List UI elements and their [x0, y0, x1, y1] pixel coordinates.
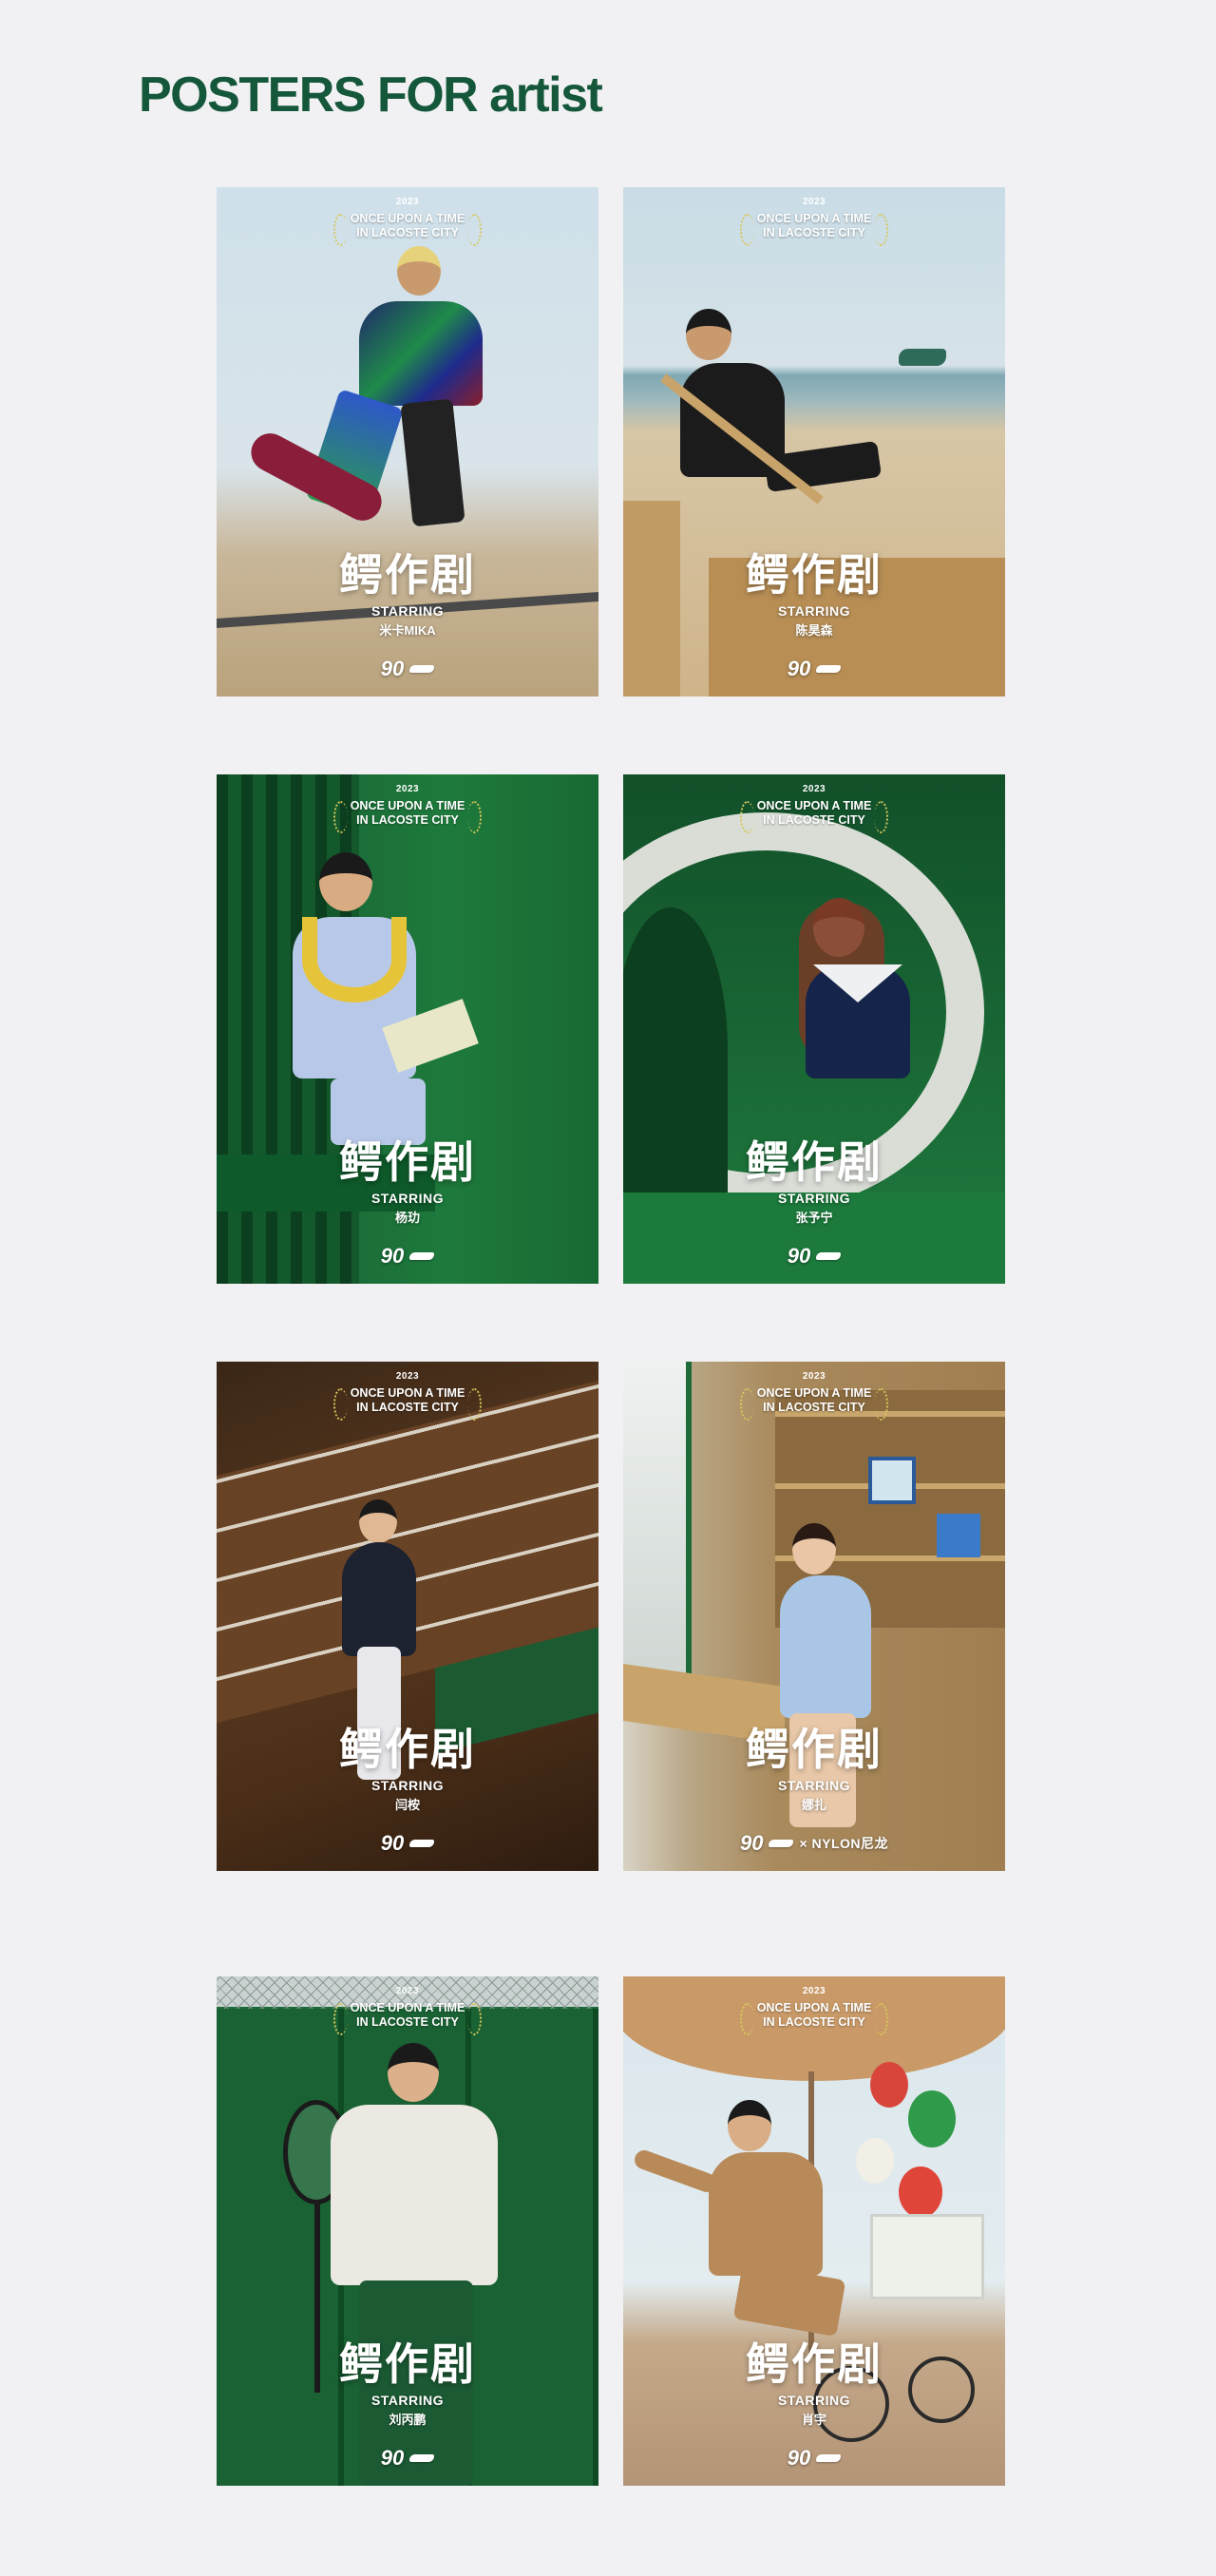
starring-label: STARRING: [777, 1778, 851, 1793]
starring-label: STARRING: [370, 603, 445, 619]
artist-name: 陈昊森: [795, 623, 833, 638]
poster-headline: 鳄作剧: [746, 1724, 883, 1775]
award-badge: 2023 ONCE UPON A TIME IN LACOSTE CITY: [217, 784, 598, 833]
nylon-collab-label: × NYLON尼龙: [799, 1836, 889, 1851]
starring-label: STARRING: [777, 2393, 851, 2408]
poster-card-2[interactable]: 2023 ONCE UPON A TIME IN LACOSTE CITY 鳄作…: [623, 187, 1005, 696]
laurel-icon: ONCE UPON A TIME IN LACOSTE CITY: [739, 799, 889, 833]
lacoste-90-logo: 90: [623, 1244, 1005, 1269]
laurel-icon: ONCE UPON A TIME IN LACOSTE CITY: [332, 1386, 483, 1421]
crocodile-icon: [816, 1252, 842, 1260]
award-badge: 2023 ONCE UPON A TIME IN LACOSTE CITY: [623, 1371, 1005, 1421]
lacoste-90-logo: 90: [217, 2446, 598, 2471]
award-badge: 2023 ONCE UPON A TIME IN LACOSTE CITY: [623, 1986, 1005, 2035]
award-badge: 2023 ONCE UPON A TIME IN LACOSTE CITY: [623, 197, 1005, 246]
lacoste-90-logo: 90: [217, 1831, 598, 1856]
starring-label: STARRING: [777, 603, 851, 619]
poster-card-5[interactable]: 2023 ONCE UPON A TIME IN LACOSTE CITY 鳄作…: [217, 1362, 598, 1871]
artist-name: 杨玏: [394, 1211, 420, 1225]
starring-label: STARRING: [370, 2393, 445, 2408]
award-badge: 2023 ONCE UPON A TIME IN LACOSTE CITY: [217, 1986, 598, 2035]
award-line-1: ONCE UPON A TIME: [350, 212, 466, 225]
poster-headline: 鳄作剧: [746, 549, 883, 601]
lacoste-90-logo: 90: [217, 657, 598, 681]
artist-name: 米卡MIKA: [379, 623, 436, 638]
artist-name: 肖宇: [801, 2413, 826, 2427]
lacoste-90-logo: 90 × NYLON尼龙: [739, 1831, 889, 1855]
poster-card-3[interactable]: 2023 ONCE UPON A TIME IN LACOSTE CITY 鳄作…: [217, 774, 598, 1284]
artist-name: 张予宁: [795, 1211, 833, 1225]
poster-card-7[interactable]: 2023 ONCE UPON A TIME IN LACOSTE CITY 鳄作…: [217, 1976, 598, 2486]
poster-headline: 鳄作剧: [339, 1136, 476, 1188]
poster-headline: 鳄作剧: [746, 2338, 883, 2390]
crocodile-icon: [409, 665, 435, 673]
award-line-2: IN LACOSTE CITY: [356, 226, 459, 239]
poster-card-8[interactable]: 2023 ONCE UPON A TIME IN LACOSTE CITY 鳄作…: [623, 1976, 1005, 2486]
crocodile-icon: [409, 1840, 435, 1847]
poster-headline: 鳄作剧: [339, 2338, 476, 2390]
laurel-icon: ONCE UPON A TIME IN LACOSTE CITY: [739, 2001, 889, 2035]
crocodile-icon: [769, 1840, 794, 1847]
award-year: 2023: [395, 197, 420, 207]
lacoste-90-logo: 90: [623, 657, 1005, 681]
crocodile-icon: [816, 2454, 842, 2462]
lacoste-90-logo: 90: [623, 2446, 1005, 2471]
poster-headline: 鳄作剧: [339, 549, 476, 601]
laurel-icon: ONCE UPON A TIME IN LACOSTE CITY: [332, 2001, 483, 2035]
crocodile-icon: [816, 665, 842, 673]
award-badge: 2023 ONCE UPON A TIME IN LACOSTE CITY: [217, 1371, 598, 1421]
starring-label: STARRING: [370, 1191, 445, 1206]
lacoste-90-logo: 90: [217, 1244, 598, 1269]
starring-label: STARRING: [777, 1191, 851, 1206]
artist-name: 刘丙鹏: [389, 2413, 427, 2427]
laurel-icon: ONCE UPON A TIME IN LACOSTE CITY: [739, 212, 889, 246]
poster-headline: 鳄作剧: [339, 1724, 476, 1775]
poster-card-4[interactable]: 2023 ONCE UPON A TIME IN LACOSTE CITY 鳄作…: [623, 774, 1005, 1284]
crocodile-icon: [409, 1252, 435, 1260]
laurel-icon: ONCE UPON A TIME IN LACOSTE CITY: [332, 799, 483, 833]
award-badge: 2023 ONCE UPON A TIME IN LACOSTE CITY: [623, 784, 1005, 833]
award-badge: 2023 ONCE UPON A TIME IN LACOSTE CITY: [217, 197, 598, 246]
laurel-icon: ONCE UPON A TIME IN LACOSTE CITY: [332, 212, 483, 246]
poster-card-1[interactable]: 2023 ONCE UPON A TIME IN LACOSTE CITY 鳄作…: [217, 187, 598, 696]
poster-headline: 鳄作剧: [746, 1136, 883, 1188]
artist-name: 闫桉: [394, 1798, 420, 1812]
artist-name: 娜扎: [801, 1798, 826, 1812]
page-title: POSTERS FOR artist: [139, 67, 603, 123]
starring-label: STARRING: [370, 1778, 445, 1793]
laurel-icon: ONCE UPON A TIME IN LACOSTE CITY: [739, 1386, 889, 1421]
crocodile-icon: [409, 2454, 435, 2462]
poster-card-6[interactable]: 2023 ONCE UPON A TIME IN LACOSTE CITY 鳄作…: [623, 1362, 1005, 1871]
